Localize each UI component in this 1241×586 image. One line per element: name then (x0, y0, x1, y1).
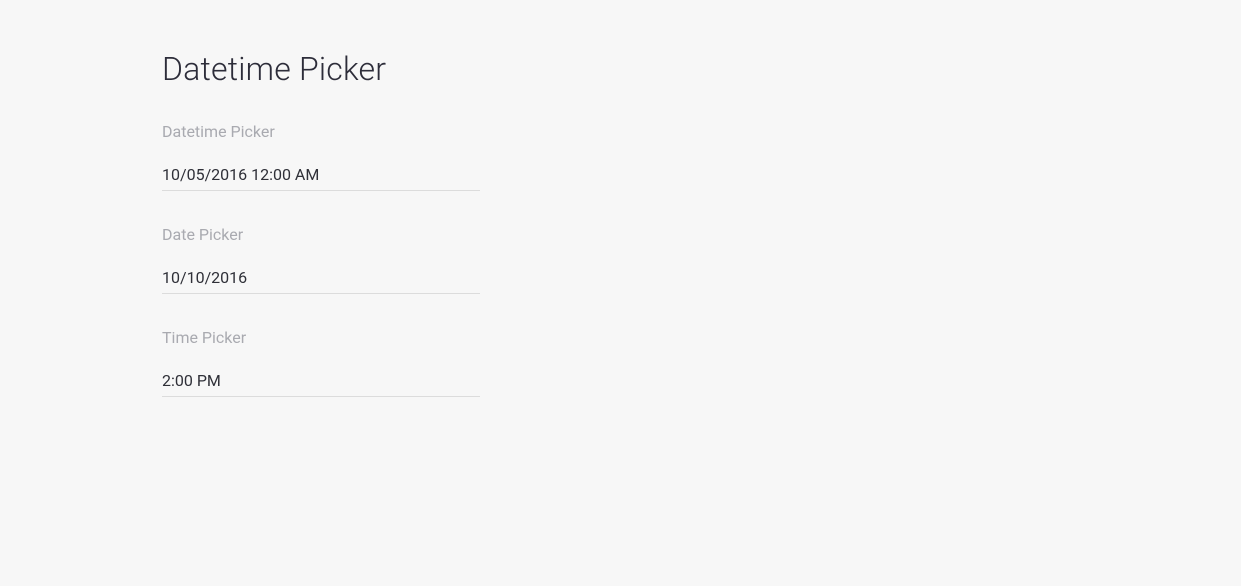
time-picker-group: Time Picker (162, 328, 480, 397)
datetime-picker-group: Datetime Picker (162, 122, 480, 191)
date-picker-group: Date Picker (162, 225, 480, 294)
datetime-picker-label: Datetime Picker (162, 122, 480, 141)
time-picker-input[interactable] (162, 365, 480, 397)
date-picker-input[interactable] (162, 262, 480, 294)
form-container: Datetime Picker Datetime Picker Date Pic… (0, 0, 1241, 397)
datetime-picker-input[interactable] (162, 159, 480, 191)
time-picker-label: Time Picker (162, 328, 480, 347)
page-title: Datetime Picker (162, 50, 1241, 88)
date-picker-label: Date Picker (162, 225, 480, 244)
